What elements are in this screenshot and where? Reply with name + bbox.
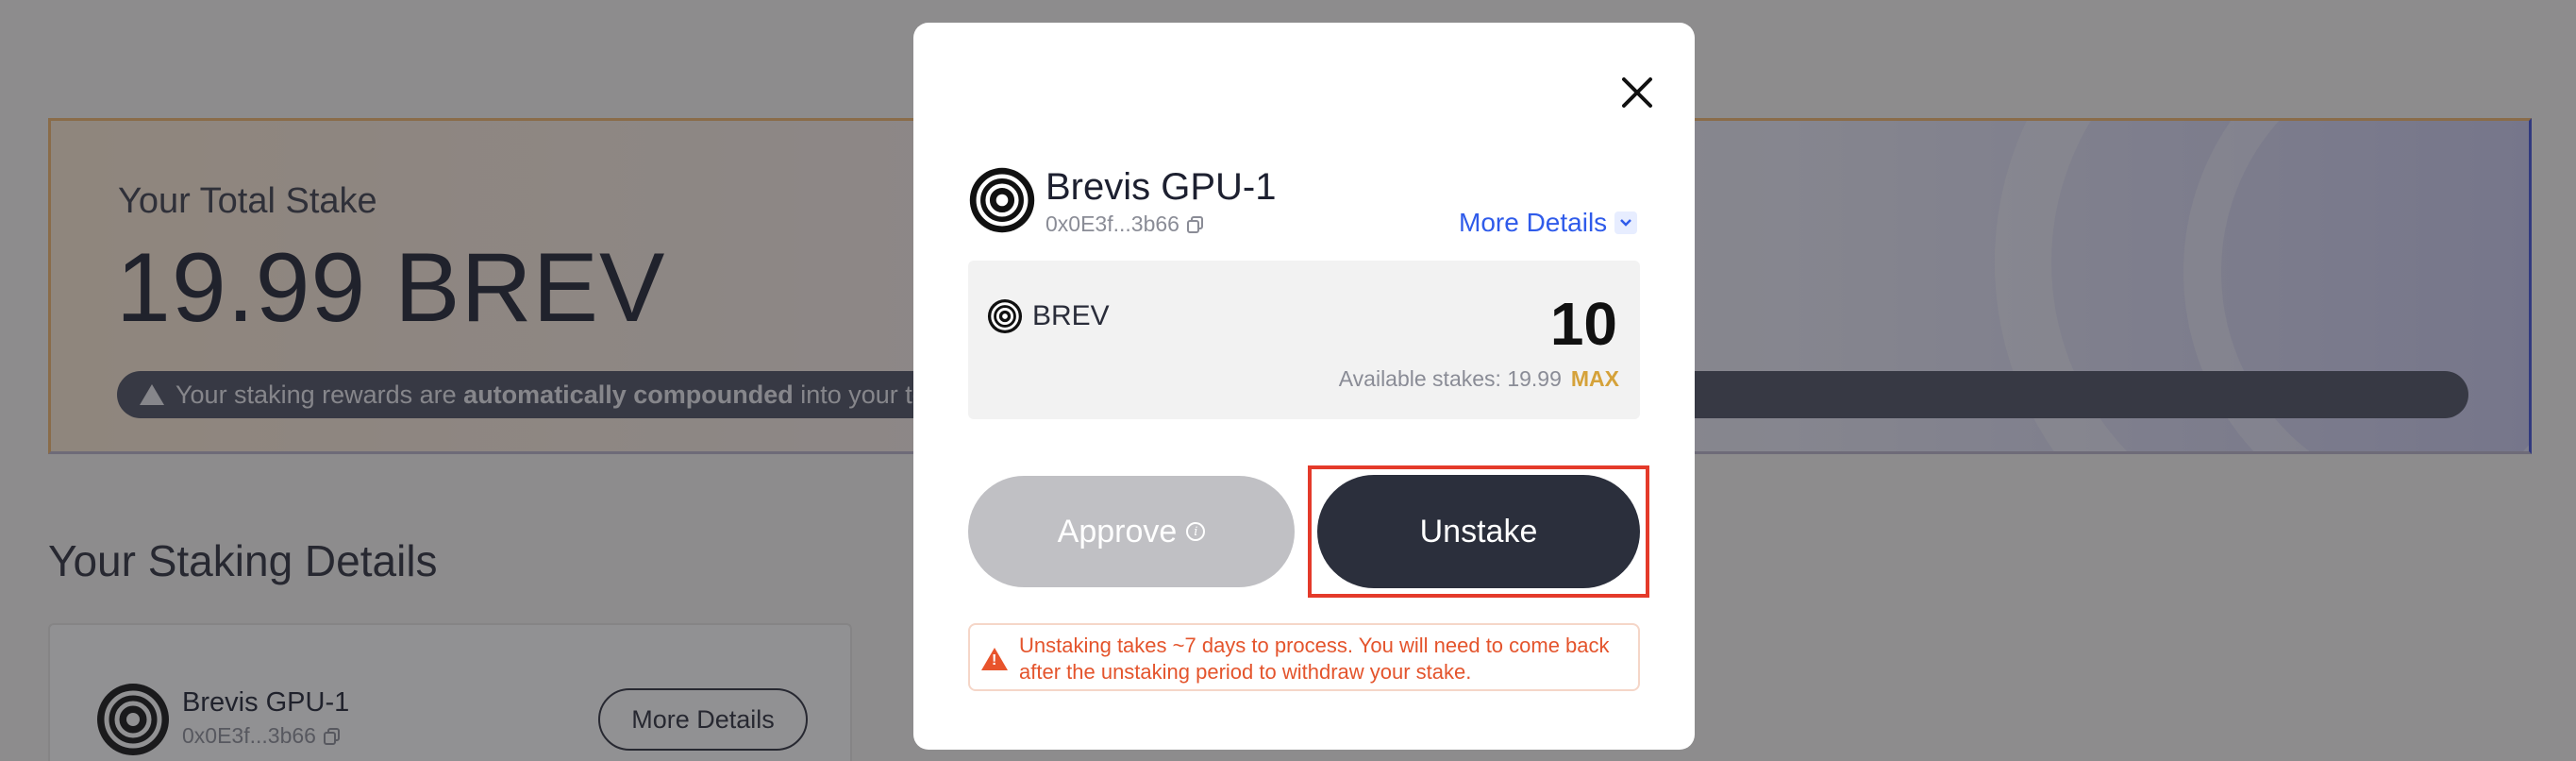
validator-logo-icon xyxy=(969,167,1035,233)
token-selector: BREV xyxy=(987,298,1110,334)
chevron-down-icon xyxy=(1614,211,1638,234)
unstake-highlight: Unstake xyxy=(1308,465,1649,598)
more-details-label: More Details xyxy=(1459,208,1608,237)
approve-button[interactable]: Approve i xyxy=(968,476,1295,587)
available-stakes: Available stakes: 19.99 MAX xyxy=(1339,366,1619,392)
unstake-button[interactable]: Unstake xyxy=(1317,475,1640,588)
unstake-warning: Unstaking takes ~7 days to process. You … xyxy=(968,623,1640,691)
brev-token-icon xyxy=(987,298,1023,334)
warning-text: Unstaking takes ~7 days to process. You … xyxy=(1019,634,1610,684)
unstake-modal: Brevis GPU-1 0x0E3f...3b66 More Details … xyxy=(913,23,1695,750)
validator-address: 0x0E3f...3b66 xyxy=(1045,211,1204,237)
validator-name: Brevis GPU-1 xyxy=(1045,166,1277,208)
available-stakes-label: Available stakes: 19.99 xyxy=(1338,366,1562,391)
more-details-toggle[interactable]: More Details xyxy=(1459,208,1638,238)
warning-icon xyxy=(981,648,1008,670)
validator-header xyxy=(968,166,1036,234)
max-button[interactable]: MAX xyxy=(1571,366,1619,392)
approve-label: Approve xyxy=(1057,513,1178,550)
info-icon: i xyxy=(1186,522,1206,541)
validator-address-text: 0x0E3f...3b66 xyxy=(1045,211,1179,236)
amount-input-box[interactable]: BREV 10 Available stakes: 19.99 MAX xyxy=(968,261,1640,419)
token-symbol: BREV xyxy=(1032,300,1110,331)
copy-icon[interactable] xyxy=(1186,215,1204,233)
amount-input[interactable]: 10 xyxy=(1550,289,1617,359)
close-icon[interactable] xyxy=(1616,72,1658,113)
